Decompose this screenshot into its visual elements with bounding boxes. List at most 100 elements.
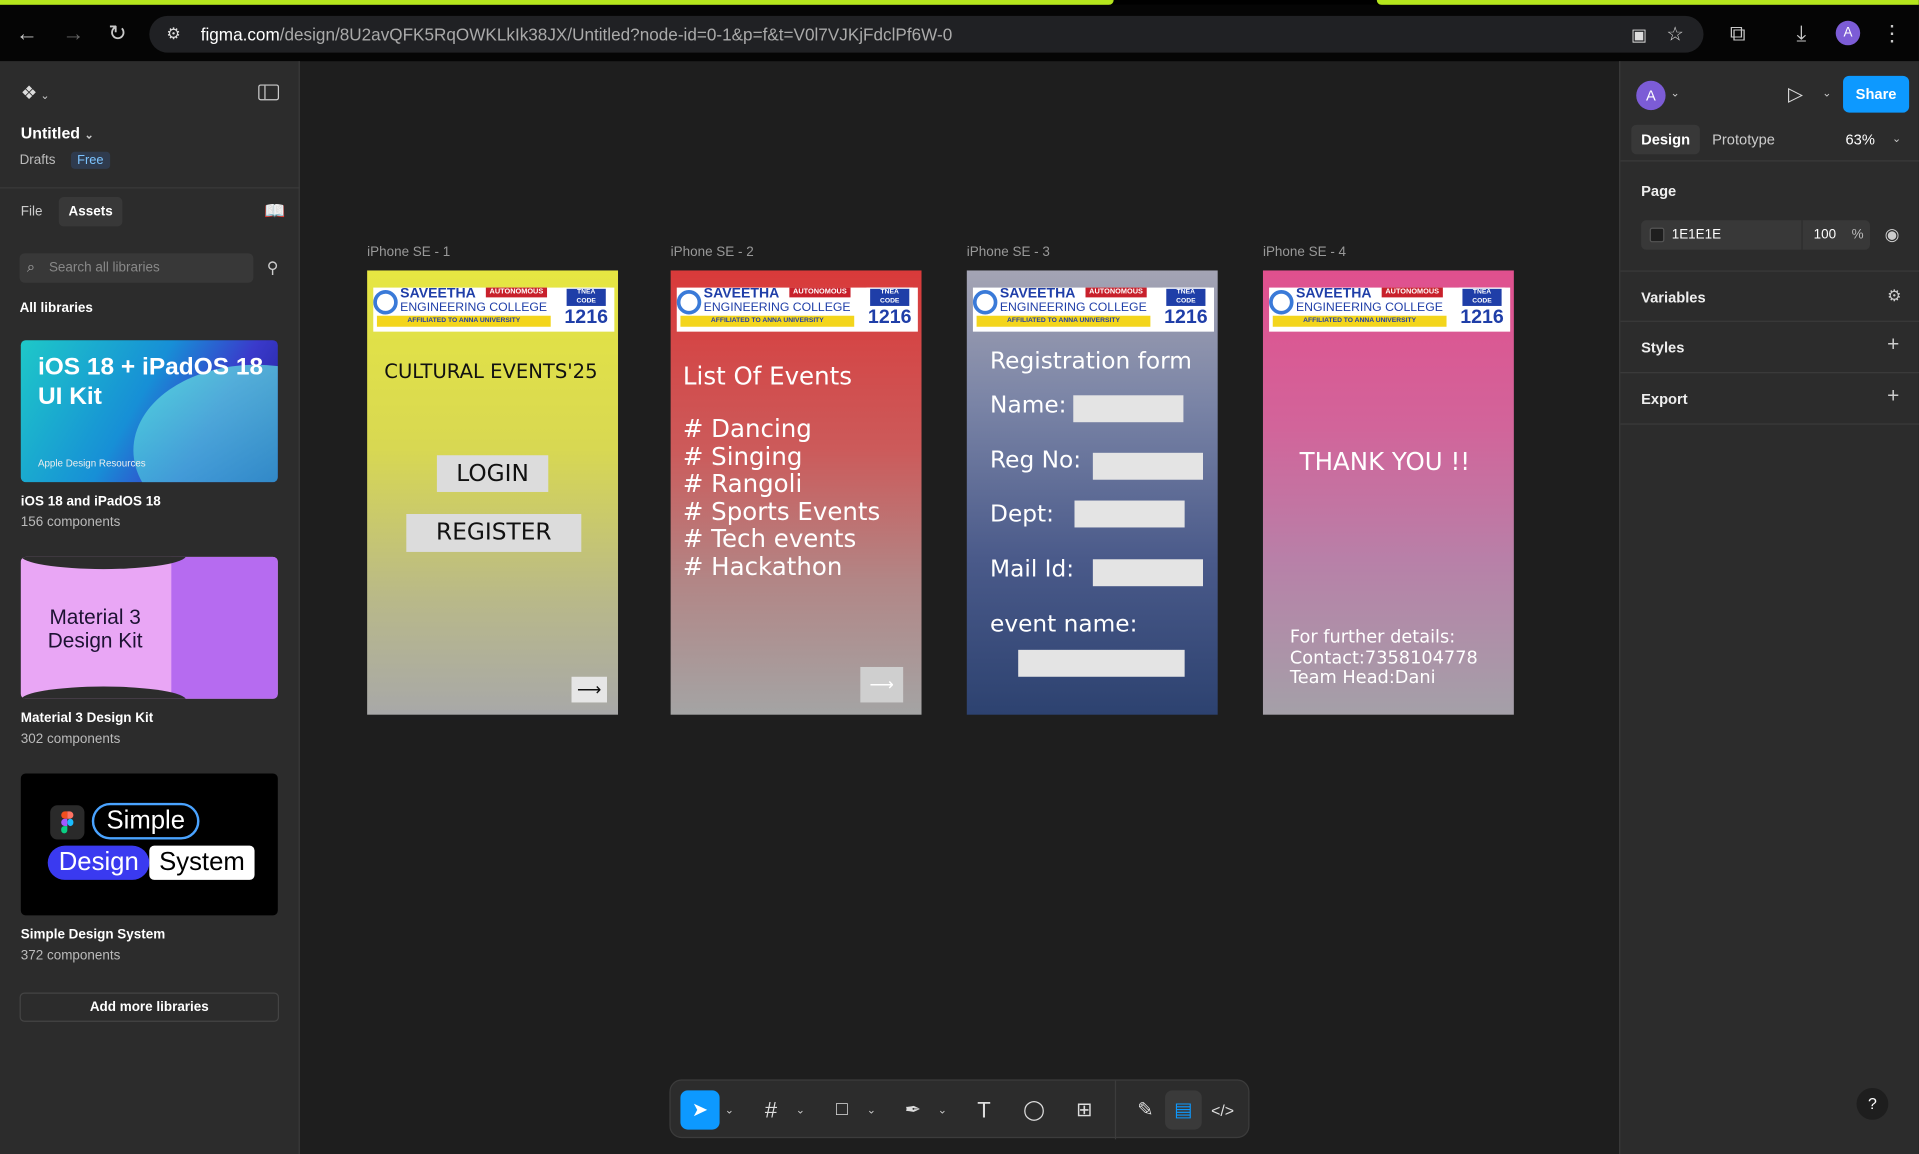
college-tag: AUTONOMOUS bbox=[1085, 287, 1147, 298]
add-export-icon[interactable]: + bbox=[1887, 384, 1899, 408]
register-button[interactable]: REGISTER bbox=[406, 513, 582, 552]
zoom-level[interactable]: 63% bbox=[1845, 131, 1874, 148]
library-thumb-ios[interactable]: iOS 18 + iPadOS 18 UI Kit Apple Design R… bbox=[20, 340, 278, 483]
contact-details: For further details: Contact:7358104778 … bbox=[1290, 628, 1478, 689]
next-arrow-button[interactable]: ⟶ bbox=[860, 666, 904, 703]
detail-line: Team Head:Dani bbox=[1289, 668, 1436, 688]
tnea-code: 1216 bbox=[1460, 307, 1504, 328]
comment-tool-icon[interactable]: ◯ bbox=[1017, 1090, 1051, 1129]
tab-assets[interactable]: Assets bbox=[58, 197, 123, 227]
url-path: /design/8U2avQFK5RqOWKLkIk38JX/Untitled?… bbox=[279, 24, 953, 45]
chevron-down-icon[interactable]: ⌄ bbox=[1892, 132, 1901, 145]
next-arrow-button[interactable]: ⟶ bbox=[571, 676, 608, 703]
tnea-label: TNEA CODE bbox=[870, 288, 910, 306]
field-label: Reg No: bbox=[990, 446, 1082, 474]
file-title[interactable]: Untitled ⌄ bbox=[21, 124, 94, 142]
toggle-sidebar-icon[interactable] bbox=[258, 84, 280, 101]
page-heading: Page bbox=[1641, 182, 1677, 200]
site-info-icon[interactable]: ⚙ bbox=[166, 24, 186, 44]
list-item: # Hackathon bbox=[682, 551, 843, 581]
library-name[interactable]: Material 3 Design Kit bbox=[21, 711, 153, 726]
detail-line: For further details: bbox=[1289, 627, 1456, 648]
share-button[interactable]: Share bbox=[1843, 75, 1910, 113]
chevron-down-icon[interactable]: ⌄ bbox=[793, 1090, 808, 1129]
rectangle-tool-icon[interactable]: □ bbox=[825, 1090, 859, 1129]
section-styles[interactable]: Styles bbox=[1641, 339, 1684, 356]
dept-field[interactable] bbox=[1074, 500, 1185, 528]
name-field[interactable] bbox=[1073, 395, 1184, 423]
chevron-down-icon[interactable]: ⌄ bbox=[864, 1090, 879, 1129]
figma-menu-icon[interactable]: ❖ ⌄ bbox=[21, 82, 50, 104]
library-name[interactable]: iOS 18 and iPadOS 18 bbox=[21, 494, 161, 509]
present-play-icon[interactable]: ▷ bbox=[1788, 82, 1803, 106]
tab-prototype[interactable]: Prototype bbox=[1712, 131, 1775, 148]
divider bbox=[1620, 320, 1919, 322]
page-color-input[interactable]: 1E1E1E 100 % bbox=[1641, 220, 1870, 250]
field-label: Mail Id: bbox=[990, 555, 1075, 583]
text-tool-icon[interactable]: T bbox=[967, 1090, 1001, 1129]
add-style-icon[interactable]: + bbox=[1887, 333, 1899, 357]
clipboard-icon[interactable]: ▣ bbox=[1631, 24, 1647, 45]
reg-no-field[interactable] bbox=[1092, 452, 1203, 480]
reload-icon[interactable]: ↻ bbox=[100, 5, 134, 61]
user-avatar[interactable]: A bbox=[1636, 80, 1666, 111]
frame-label[interactable]: iPhone SE - 3 bbox=[967, 245, 1050, 260]
frame-label[interactable]: iPhone SE - 4 bbox=[1263, 245, 1346, 260]
forward-icon[interactable]: → bbox=[56, 5, 90, 61]
frame-label[interactable]: iPhone SE - 2 bbox=[671, 245, 754, 260]
college-name-1: SAVEETHA bbox=[1296, 286, 1372, 302]
library-thumb-material[interactable]: Material 3 Design Kit bbox=[20, 556, 278, 699]
filter-icon[interactable]: ⚲ bbox=[267, 258, 279, 278]
event-name-field[interactable] bbox=[1018, 649, 1185, 677]
chevron-down-icon[interactable]: ⌄ bbox=[935, 1090, 950, 1129]
divider bbox=[0, 187, 300, 189]
library-thumb-simple[interactable]: Simple Design System bbox=[20, 773, 278, 916]
chevron-down-icon[interactable]: ⌄ bbox=[1670, 87, 1679, 100]
page-color-value[interactable]: 1E1E1E bbox=[1672, 228, 1721, 243]
frame-iphone-se-4[interactable]: SAVEETHA AUTONOMOUS ENGINEERING COLLEGE … bbox=[1262, 270, 1514, 715]
visibility-eye-icon[interactable]: ◉ bbox=[1885, 224, 1900, 245]
section-variables[interactable]: Variables bbox=[1641, 289, 1706, 306]
right-sidebar: A ⌄ ▷ ⌄ Share Design Prototype 63% ⌄ Pag… bbox=[1619, 61, 1919, 1154]
chevron-down-icon[interactable]: ⌄ bbox=[722, 1090, 737, 1129]
list-item: # Tech events bbox=[682, 523, 857, 554]
tnea-box: TNEA CODE 1216 bbox=[866, 287, 913, 328]
variables-settings-icon[interactable]: ⚙ bbox=[1887, 286, 1901, 306]
mail-id-field[interactable] bbox=[1092, 559, 1203, 587]
dev-mode-icon[interactable]: </> bbox=[1204, 1090, 1241, 1129]
address-bar[interactable]: ⚙ figma.com/design/8U2avQFK5RqOWKLkIk38J… bbox=[149, 15, 1704, 53]
frame-iphone-se-1[interactable]: SAVEETHA AUTONOMOUS ENGINEERING COLLEGE … bbox=[367, 270, 619, 715]
frame-label[interactable]: iPhone SE - 1 bbox=[367, 245, 450, 260]
extensions-icon[interactable]: ⧉ bbox=[1721, 5, 1755, 61]
frame-tool-icon[interactable]: # bbox=[754, 1090, 788, 1129]
college-affiliation: AFFILIATED TO ANNA UNIVERSITY bbox=[976, 315, 1151, 327]
download-icon[interactable]: ⤓ bbox=[1784, 5, 1818, 61]
frame-iphone-se-3[interactable]: SAVEETHA AUTONOMOUS ENGINEERING COLLEGE … bbox=[966, 270, 1218, 715]
list-item: # Dancing bbox=[682, 413, 812, 444]
section-export[interactable]: Export bbox=[1641, 390, 1688, 407]
library-name[interactable]: Simple Design System bbox=[21, 928, 165, 943]
tnea-box: TNEA CODE 1216 bbox=[1458, 287, 1506, 328]
chevron-down-icon[interactable]: ⌄ bbox=[1822, 87, 1831, 100]
help-button[interactable]: ? bbox=[1856, 1087, 1889, 1120]
browser-menu-icon[interactable]: ⋮ bbox=[1875, 5, 1909, 61]
back-icon[interactable]: ← bbox=[10, 5, 44, 61]
frame-iphone-se-2[interactable]: SAVEETHA AUTONOMOUS ENGINEERING COLLEGE … bbox=[670, 270, 922, 715]
add-libraries-button[interactable]: Add more libraries bbox=[19, 992, 280, 1022]
library-book-icon[interactable]: 📖 bbox=[264, 201, 285, 222]
tab-file[interactable]: File bbox=[21, 204, 43, 219]
actions-tool-icon[interactable]: ⊞ bbox=[1067, 1090, 1101, 1129]
design-mode-icon[interactable]: ▤ bbox=[1165, 1090, 1202, 1130]
drafts-label[interactable]: Drafts bbox=[20, 153, 56, 168]
search-placeholder: Search all libraries bbox=[48, 260, 160, 276]
browser-profile-avatar[interactable]: A bbox=[1835, 20, 1861, 46]
color-swatch[interactable] bbox=[1649, 227, 1665, 243]
pen-tool-icon[interactable]: ✒ bbox=[896, 1090, 930, 1129]
login-button[interactable]: LOGIN bbox=[436, 455, 549, 492]
bookmark-star-icon[interactable]: ☆ bbox=[1666, 22, 1684, 46]
move-tool-icon[interactable]: ➤ bbox=[680, 1090, 720, 1130]
search-input[interactable]: ⌕ Search all libraries bbox=[19, 253, 254, 283]
tab-design[interactable]: Design bbox=[1631, 124, 1700, 155]
page-opacity-value[interactable]: 100 bbox=[1814, 228, 1836, 243]
draw-mode-icon[interactable]: ✎ bbox=[1127, 1090, 1164, 1129]
